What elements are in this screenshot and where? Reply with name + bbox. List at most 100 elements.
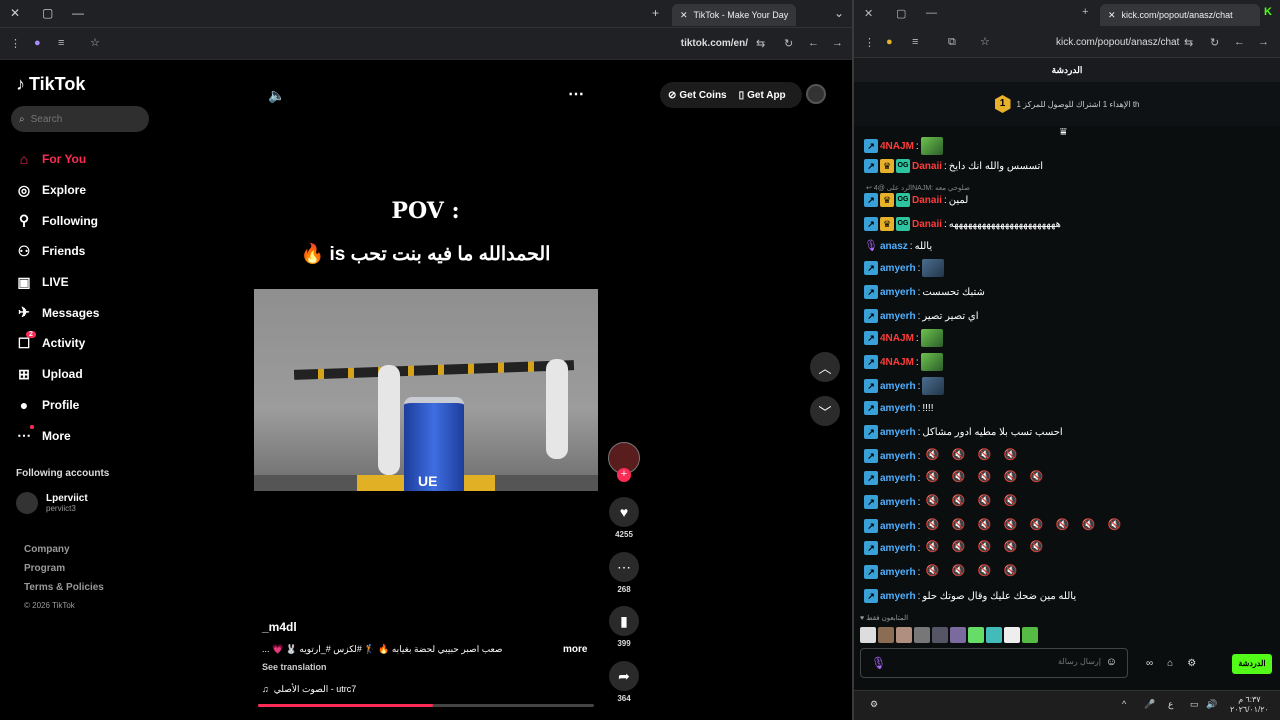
video-username[interactable]: _m4dl (262, 620, 297, 634)
emote[interactable] (986, 627, 1002, 643)
see-translation-link[interactable]: See translation (262, 662, 327, 672)
close-window-icon[interactable]: ✕ (10, 6, 20, 20)
chat-username[interactable]: amyerh (880, 311, 916, 322)
extension-icon[interactable]: ● (886, 36, 893, 48)
chat-message[interactable]: ↗ amyerh: 🔇 🔇 🔇 🔇 (864, 446, 1024, 466)
chat-message[interactable]: ↗ 4NAJM: (864, 328, 943, 348)
screenshot-icon[interactable]: ⧉ (948, 36, 956, 49)
chat-username[interactable]: amyerh (880, 497, 916, 508)
chat-message[interactable]: ↗ amyerh: !!!! (864, 398, 933, 418)
emote[interactable] (1004, 627, 1020, 643)
more-link[interactable]: more (563, 644, 587, 655)
video-player[interactable]: UE (254, 289, 598, 491)
bookmark-star-icon[interactable]: ☆ (90, 36, 100, 49)
chat-username[interactable]: amyerh (880, 591, 916, 602)
emote[interactable] (914, 627, 930, 643)
save-action[interactable]: ▮ 399 (606, 606, 642, 648)
chat-message[interactable]: 🎙 anasz: يالله (864, 236, 932, 256)
tab-list-icon[interactable]: ⌄ (834, 6, 844, 20)
reload-icon[interactable]: ↻ (784, 37, 793, 50)
follow-plus-icon[interactable]: + (617, 468, 631, 482)
new-tab-icon[interactable]: + (1082, 6, 1088, 18)
chat-username[interactable]: amyerh (880, 567, 916, 578)
chat-username[interactable]: amyerh (880, 427, 916, 438)
menu-dots-icon[interactable]: ⋮ (10, 37, 21, 50)
tab-tiktok[interactable]: ✕ TikTok - Make Your Day (672, 4, 797, 26)
maximize-icon[interactable]: ▢ (896, 7, 906, 20)
url-text[interactable]: tiktok.com/en/ (681, 38, 748, 49)
menu-dots-icon[interactable]: ⋮ (864, 36, 875, 49)
sub-goal-banner[interactable]: 1 الإهداء 1 اشتراك للوصول للمركز 1 th (854, 82, 1280, 126)
sidebar-item-friends[interactable]: ⚇ Friends (16, 236, 156, 267)
close-tab-icon[interactable]: ✕ (1108, 10, 1116, 21)
previous-video-button[interactable]: ︿ (810, 352, 840, 382)
chat-username[interactable]: amyerh (880, 451, 916, 462)
chat-message[interactable]: ↗ amyerh: 🔇 🔇 🔇 🔇 🔇 (864, 538, 1050, 558)
footer-program[interactable]: Program (24, 563, 104, 582)
settings-gear-icon[interactable]: ⚙ (1187, 658, 1196, 669)
chat-message[interactable]: ↗ amyerh: يالله مين ضحك عليك وقال صوتك حل… (864, 586, 1076, 606)
footer-company[interactable]: Company (24, 544, 104, 563)
chat-username[interactable]: 4NAJM (880, 357, 914, 368)
filter-icon[interactable]: ⩸ (1060, 126, 1067, 139)
chat-message[interactable]: ↗ amyerh: 🔇 🔇 🔇 🔇 (864, 492, 1024, 512)
battery-icon[interactable]: ▭ (1190, 699, 1199, 710)
more-options-icon[interactable]: ⋯ (568, 84, 584, 104)
chat-message[interactable]: ↗ ♛ OG Danaii: اتسسس والله انك دايخ (864, 156, 1043, 176)
chat-message[interactable]: ↗ 4NAJM: (864, 136, 943, 156)
chat-username[interactable]: amyerh (880, 473, 916, 484)
emote[interactable] (860, 627, 876, 643)
bookmark-icon[interactable]: ▮ (609, 606, 639, 636)
back-icon[interactable]: ← (808, 37, 819, 49)
chat-message[interactable]: ↗ amyerh: (864, 258, 945, 278)
chat-username[interactable]: amyerh (880, 543, 916, 554)
chat-username[interactable]: Danaii (912, 219, 942, 230)
url-text[interactable]: kick.com/popout/anasz/chat (1056, 37, 1179, 48)
settings-gear-icon[interactable]: ⚙ (870, 699, 878, 710)
emote[interactable] (950, 627, 966, 643)
footer-terms[interactable]: Terms & Policies (24, 582, 104, 601)
sidebar-item-for-you[interactable]: ⌂ For You (16, 144, 156, 175)
chat-username[interactable]: amyerh (880, 263, 916, 274)
minimize-icon[interactable]: — (926, 7, 937, 19)
chat-username[interactable]: 4NAJM (880, 141, 914, 152)
chat-message[interactable]: ↗ amyerh: احسب تسب بلا مطيه ادور مشاكل (864, 422, 1063, 442)
close-tab-icon[interactable]: ✕ (680, 10, 688, 21)
search-input[interactable] (30, 113, 131, 125)
following-account[interactable]: Lperviict perviict3 (16, 492, 88, 514)
sidebar-item-messages[interactable]: ✈ Messages (16, 297, 156, 328)
sidebar-item-activity[interactable]: ☐ 2 Activity (16, 328, 156, 359)
send-chat-button[interactable]: الدردشة (1232, 654, 1272, 674)
emote[interactable] (968, 627, 984, 643)
chat-username[interactable]: amyerh (880, 403, 916, 414)
language-icon[interactable]: ع (1168, 699, 1173, 710)
next-video-button[interactable]: ﹀ (810, 396, 840, 426)
chat-input[interactable] (901, 657, 1101, 666)
chat-username[interactable]: amyerh (880, 381, 916, 392)
emote[interactable] (1022, 627, 1038, 643)
chat-message[interactable]: ↗ amyerh: اي تصير تصير (864, 306, 979, 326)
forward-icon[interactable]: → (1258, 36, 1269, 48)
heart-icon[interactable]: ♥ (609, 497, 639, 527)
user-avatar[interactable] (806, 84, 826, 104)
sidebar-icon[interactable]: ≡ (58, 37, 64, 49)
chevron-up-icon[interactable]: ^ (1122, 699, 1126, 709)
sidebar-item-upload[interactable]: ⊞ Upload (16, 359, 156, 390)
share-icon[interactable]: ➦ (609, 661, 639, 691)
sidebar-item-following[interactable]: ⚲ Following (16, 205, 156, 236)
sidebar-item-live[interactable]: ▣ LIVE (16, 267, 156, 298)
microphone-icon[interactable]: 🎙 (871, 656, 886, 670)
tune-icon[interactable]: ⇆ (756, 37, 765, 50)
chat-username[interactable]: Danaii (912, 195, 942, 206)
store-icon[interactable]: ⌂ (1167, 658, 1173, 669)
new-tab-icon[interactable]: + (652, 6, 659, 20)
chat-message[interactable]: ↗ amyerh: شتبك تحسست (864, 282, 985, 302)
chat-message[interactable]: ↗ ♛ OG Danaii: هههههههههههههههههههههههه (864, 214, 1061, 234)
chat-username[interactable]: anasz (880, 241, 908, 252)
chat-username[interactable]: Danaii (912, 161, 942, 172)
tab-kick-chat[interactable]: ✕ kick.com/popout/anasz/chat (1100, 4, 1260, 26)
chat-message[interactable]: ↗ amyerh: (864, 376, 945, 396)
emote[interactable] (932, 627, 948, 643)
chat-message[interactable]: ↗ ♛ OG Danaii: لمين (864, 190, 968, 210)
video-progress-bar[interactable] (258, 704, 594, 707)
